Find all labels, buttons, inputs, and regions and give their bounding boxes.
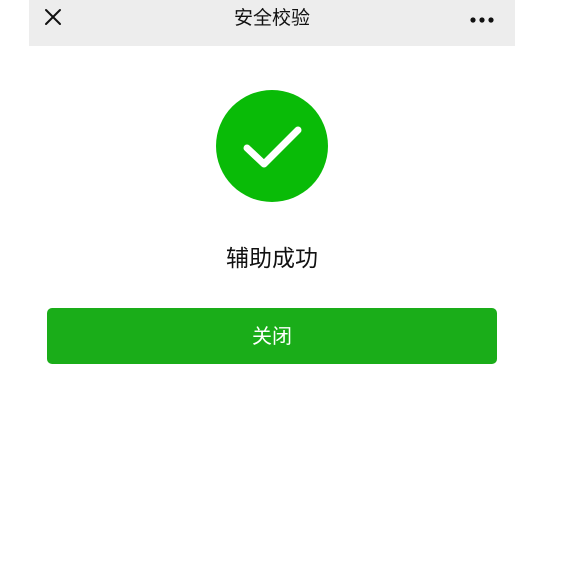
more-dots-icon[interactable] — [469, 12, 495, 26]
close-button[interactable]: 关闭 — [47, 308, 497, 364]
page-title: 安全校验 — [233, 7, 310, 29]
success-check-icon — [216, 90, 328, 202]
result-message: 辅助成功 — [226, 246, 318, 272]
verification-page: 安全校验 辅助成功 关闭 — [0, 0, 576, 576]
top-navbar: 安全校验 — [29, 0, 515, 46]
